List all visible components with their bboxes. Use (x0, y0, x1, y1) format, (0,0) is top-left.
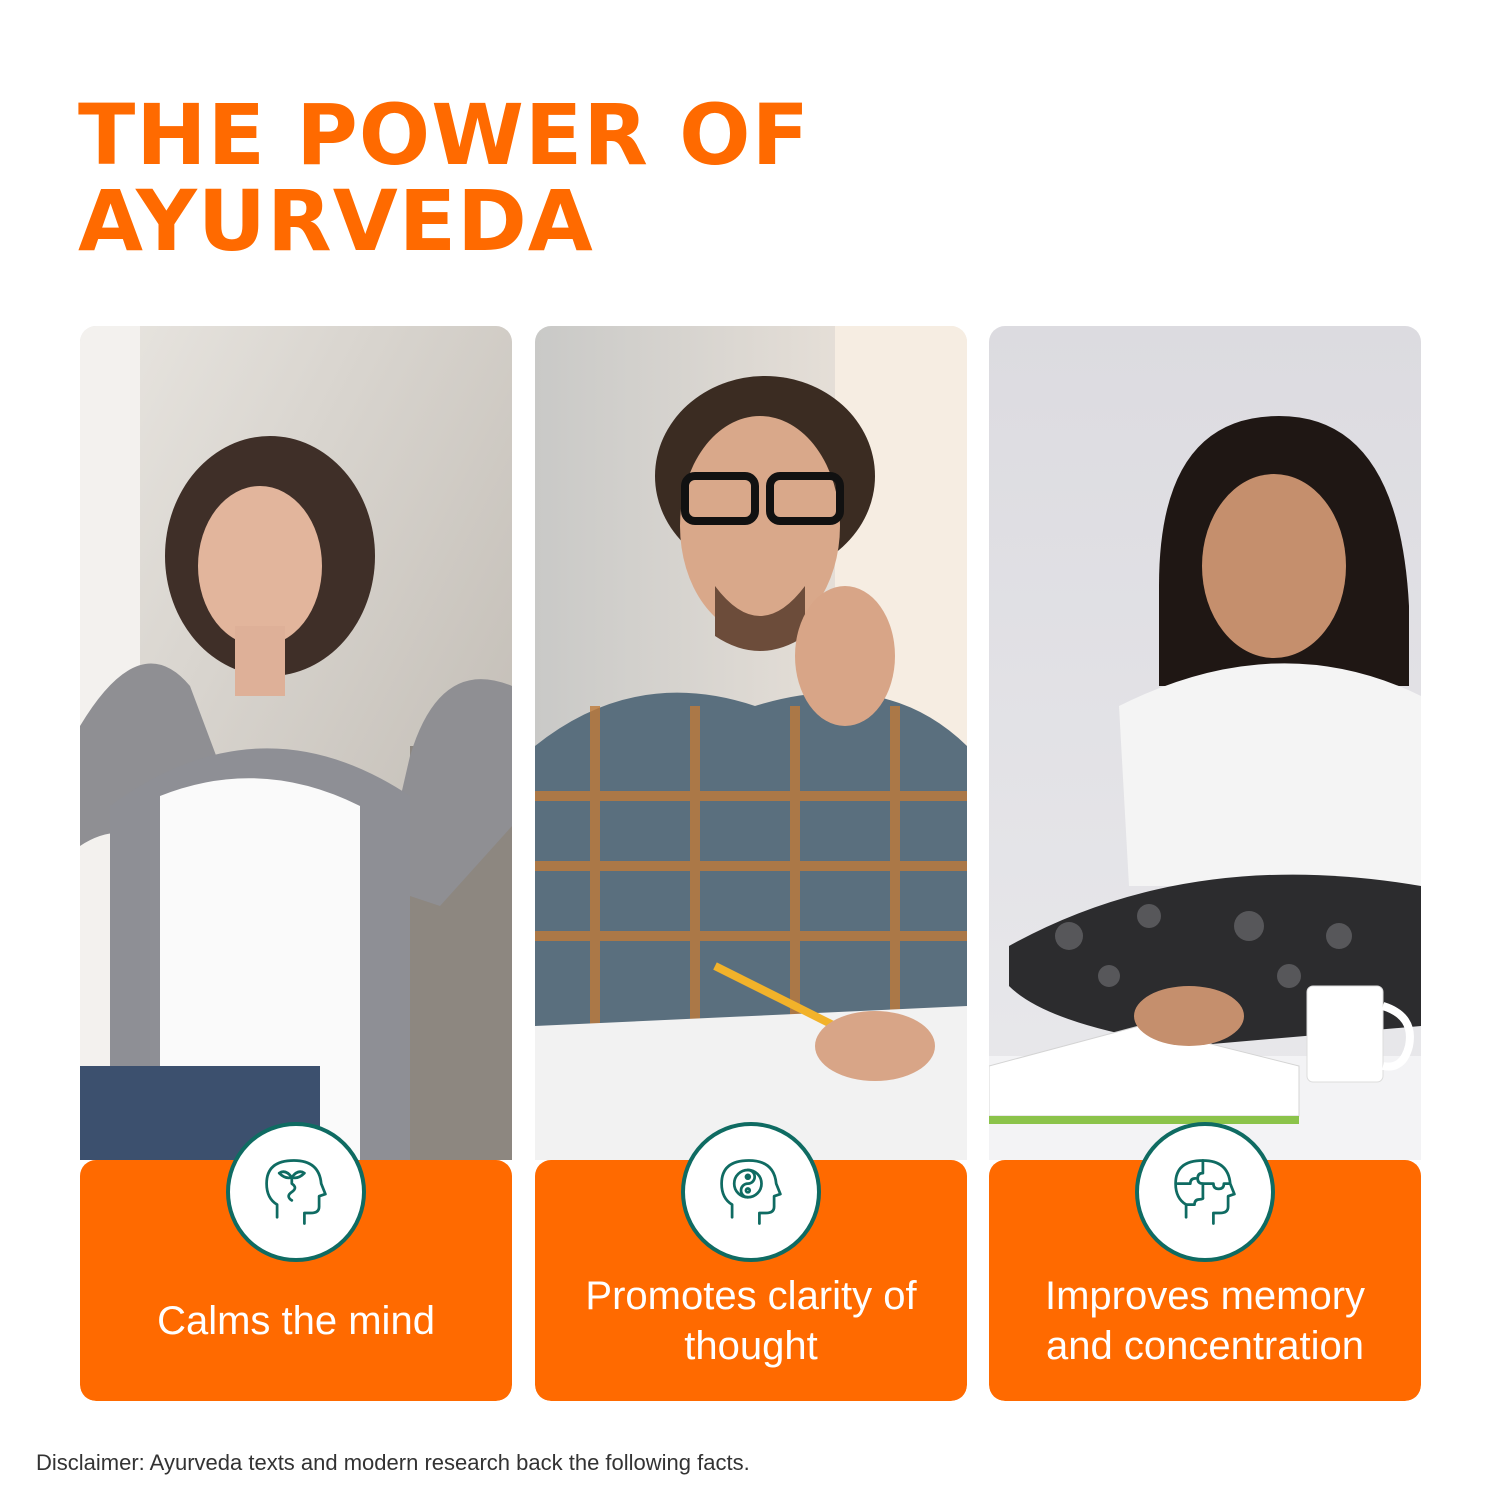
disclaimer-text: Disclaimer: Ayurveda texts and modern re… (36, 1450, 750, 1475)
benefit-caption: Calms the mind (157, 1299, 435, 1343)
benefit-card-calm: Calms the mind (80, 326, 512, 1401)
photo-reading-girl (989, 326, 1421, 1160)
photo-relaxed-woman (80, 326, 512, 1160)
page-title: THE POWER OF AYURVEDA (78, 92, 1078, 264)
benefit-card-memory: Improves memory and concentration (989, 326, 1421, 1401)
benefit-caption: Improves memory and concentration (1044, 1274, 1366, 1368)
title-line-1: THE POWER OF (78, 86, 810, 184)
title-line-2: AYURVEDA (78, 172, 594, 270)
photo-thinking-man (535, 326, 967, 1160)
benefit-caption: Promotes clarity of thought (585, 1274, 917, 1368)
head-yin-yang-icon (681, 1122, 821, 1262)
head-puzzle-icon (1135, 1122, 1275, 1262)
head-sprout-icon (226, 1122, 366, 1262)
benefit-card-clarity: Promotes clarity of thought (535, 326, 967, 1401)
